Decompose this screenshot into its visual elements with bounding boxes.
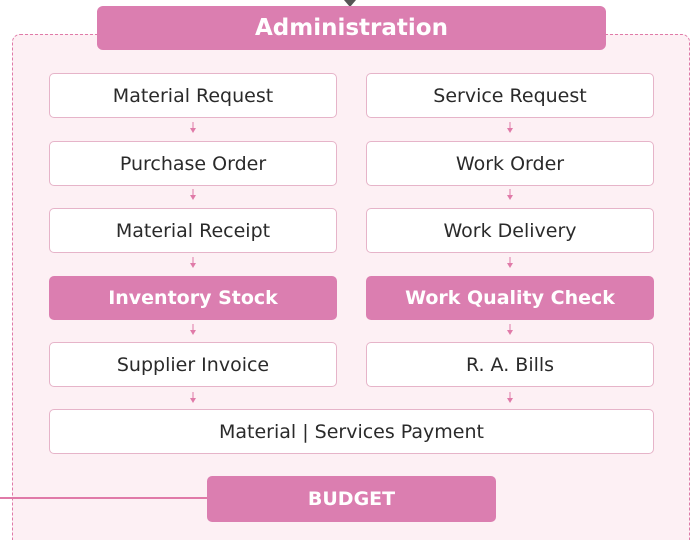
arrow-down-icon <box>507 122 513 133</box>
work-quality-check-box: Work Quality Check <box>366 276 654 320</box>
purchase-order-box: Purchase Order <box>49 141 337 186</box>
arrow-down-icon <box>507 392 513 403</box>
ra-bills-box: R. A. Bills <box>366 342 654 387</box>
material-receipt-box: Material Receipt <box>49 208 337 253</box>
arrow-down-icon <box>507 324 513 335</box>
arrow-down-icon <box>507 189 513 200</box>
work-order-box: Work Order <box>366 141 654 186</box>
arrow-down-icon <box>190 189 196 200</box>
budget-box: BUDGET <box>207 476 496 522</box>
arrow-down-icon <box>190 257 196 268</box>
service-request-box: Service Request <box>366 73 654 118</box>
arrow-down-icon <box>190 392 196 403</box>
administration-header: Administration <box>97 6 606 50</box>
arrow-down-icon <box>190 324 196 335</box>
arrow-down-icon <box>190 122 196 133</box>
supplier-invoice-box: Supplier Invoice <box>49 342 337 387</box>
work-delivery-box: Work Delivery <box>366 208 654 253</box>
budget-connector-line <box>0 497 207 499</box>
payment-box: Material | Services Payment <box>49 409 654 454</box>
arrow-down-icon <box>507 257 513 268</box>
material-request-box: Material Request <box>49 73 337 118</box>
inventory-stock-box: Inventory Stock <box>49 276 337 320</box>
